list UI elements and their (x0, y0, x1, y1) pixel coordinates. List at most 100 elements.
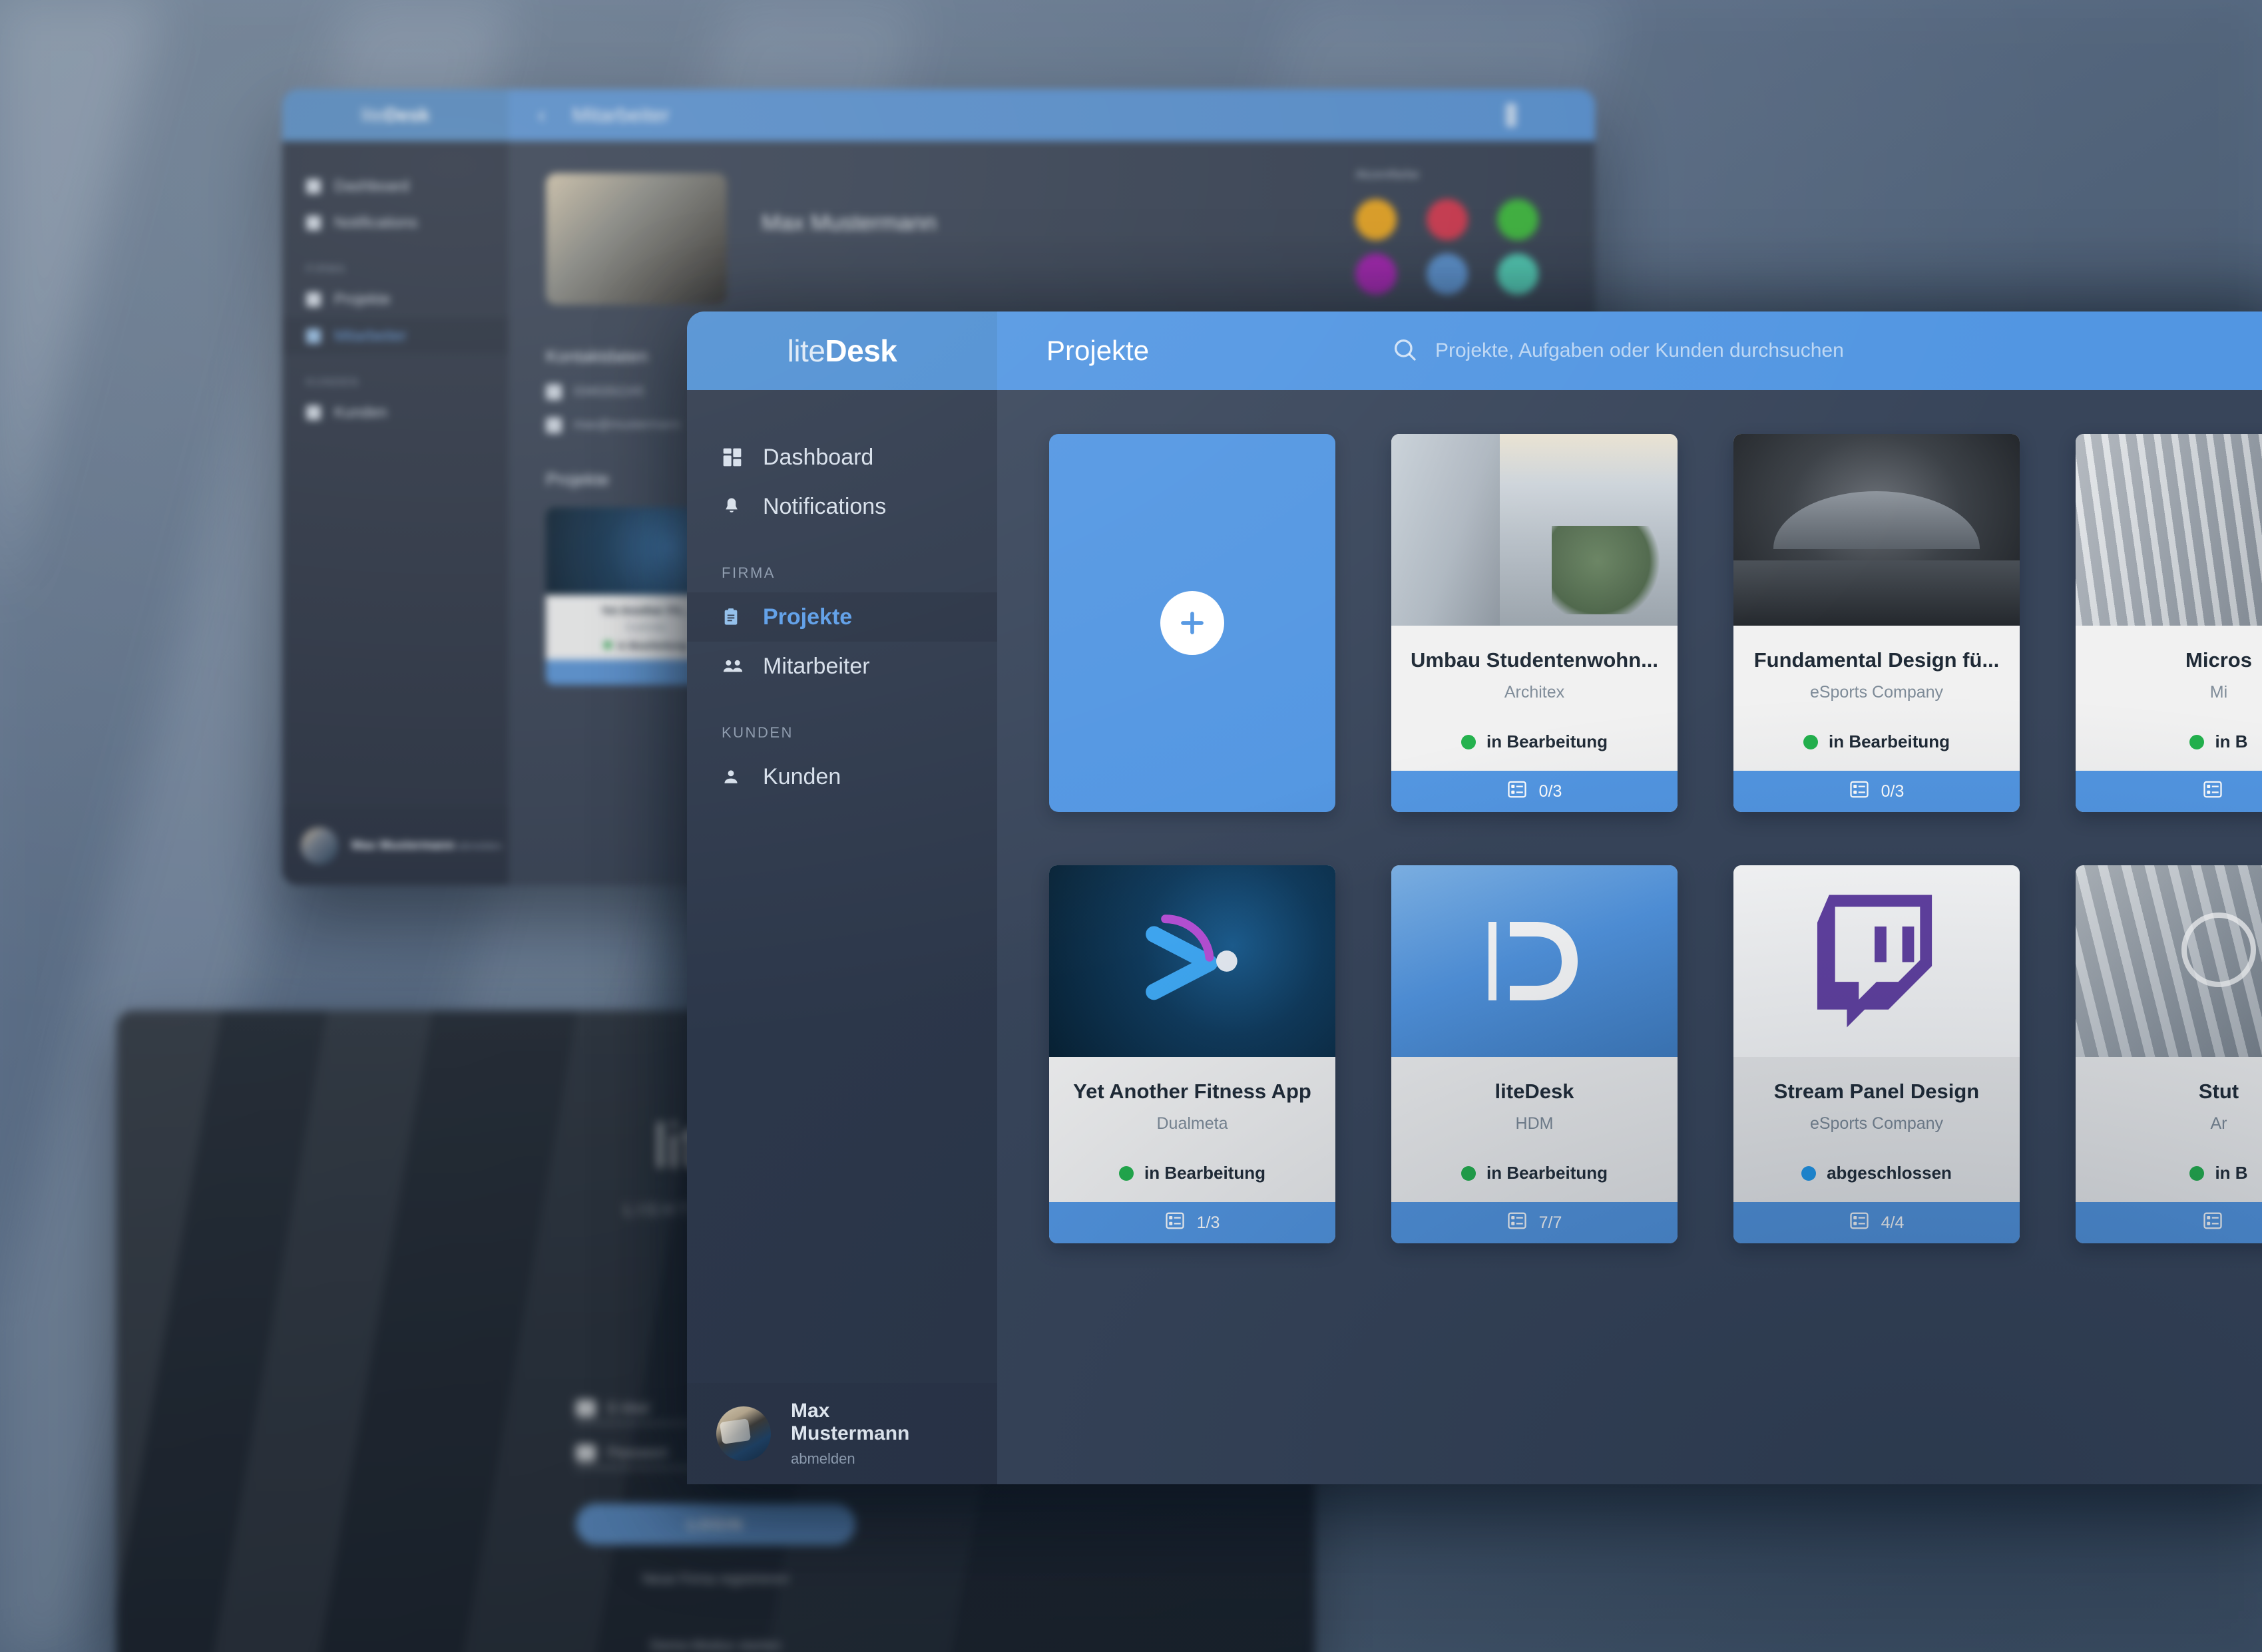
login-email-label: E-Mail (608, 1400, 650, 1416)
background-employee-name: Max Mustermann (762, 210, 937, 236)
background-sidebar-item-notifications[interactable]: Notifications (282, 204, 509, 241)
accent-color-label: Akzentfarbe (1355, 168, 1420, 181)
sidebar-item-mitarbeiter[interactable]: Mitarbeiter (687, 642, 997, 691)
status-dot (1801, 1165, 1817, 1181)
background-sidebar-label: Projekte (334, 290, 391, 308)
login-email-field[interactable]: E-Mail (576, 1400, 855, 1424)
background-projekte-heading: Projekte (546, 469, 610, 489)
login-logo: liteD (653, 1110, 778, 1183)
accent-swatch-green[interactable] (1497, 199, 1539, 240)
login-password-underline (576, 1467, 855, 1469)
task-count: 0/3 (1538, 781, 1562, 801)
project-client: Dualmeta (1156, 1114, 1228, 1133)
background-brand-light: lite (361, 104, 385, 125)
background-user-profile[interactable]: Max Mustermann abmelden (282, 807, 509, 885)
sidebar-item-label: Mitarbeiter (763, 653, 870, 679)
background-main-content: Max Mustermann Kontaktdaten 0340262245 m… (509, 141, 1595, 885)
task-count: 7/7 (1538, 1213, 1562, 1232)
background-project-client: Dualmeta (626, 622, 666, 632)
sidebar-item-dashboard[interactable]: Dashboard (687, 433, 997, 482)
app-window[interactable]: lite Desk Projekte Projekte, Aufgaben od… (687, 311, 2262, 1484)
background-app-window[interactable]: lite Desk ‹ Mitarbeiter Dashboard Notific… (282, 89, 1595, 885)
project-client: Ar (2210, 1114, 2227, 1133)
project-thumbnail (1391, 434, 1678, 626)
projects-content-area: Umbau Studentenwohn... Architex in Bearb… (997, 390, 2262, 1484)
login-password-field[interactable]: Passwort (576, 1444, 855, 1469)
status-badge: in Bearbeitung (1461, 1163, 1608, 1183)
background-contact-mail: max@mustermann (546, 417, 1558, 433)
lock-icon (576, 1444, 596, 1462)
user-name: Max Mustermann (791, 1400, 909, 1445)
background-user-name: Max Mustermann (351, 838, 455, 853)
register-company-link[interactable]: Neue Firma registrieren (642, 1571, 790, 1587)
sidebar-item-kunden[interactable]: Kunden (687, 752, 997, 801)
project-task-footer: 1/3 (1049, 1202, 1335, 1243)
project-thumbnail (2076, 865, 2262, 1057)
add-project-card[interactable] (1049, 434, 1335, 812)
search-bar[interactable] (1363, 311, 2262, 390)
background-sidebar-label: Dashboard (334, 177, 409, 194)
project-card[interactable]: Fundamental Design fü... eSports Company… (1733, 434, 2020, 812)
status-dot (2189, 734, 2205, 749)
background-sidebar-label: Mitarbeiter (334, 327, 407, 344)
login-email-underline (576, 1422, 855, 1424)
project-title: liteDesk (1494, 1080, 1574, 1103)
user-profile-footer[interactable]: Max Mustermann abmelden (687, 1383, 997, 1484)
clipboard-icon (306, 292, 321, 307)
background-phone-value: 0340262245 (574, 385, 644, 399)
project-card[interactable]: Stream Panel Design eSports Company abge… (1733, 865, 2020, 1243)
accent-swatch-magenta[interactable] (1355, 254, 1397, 295)
bell-icon (722, 496, 744, 517)
person-icon (306, 405, 321, 420)
status-dot (2189, 1165, 2205, 1181)
background-project-card[interactable]: Yet Another Fit... Dualmeta in Bearbeitu… (546, 507, 746, 685)
accent-swatch-red[interactable] (1426, 199, 1468, 240)
project-title: Stream Panel Design (1773, 1080, 1980, 1103)
clipboard-icon (722, 606, 744, 628)
accent-swatch-orange[interactable] (1355, 199, 1397, 240)
background-sidebar-item-dashboard[interactable]: Dashboard (282, 168, 509, 204)
task-list-icon (1507, 779, 1527, 804)
background-accent-color-picker: Akzentfarbe (1355, 168, 1555, 295)
project-task-footer: 0/3 (1391, 771, 1678, 812)
background-status-label: in Bearbeitung (617, 640, 688, 652)
search-input[interactable] (1435, 339, 2262, 362)
mail-icon (546, 417, 562, 433)
project-card[interactable]: liteDesk HDM in Bearbeitung 7/7 (1391, 865, 1678, 1243)
login-logo-light: lite (653, 1111, 733, 1182)
more-vertical-icon[interactable] (1506, 103, 1516, 127)
task-count: 4/4 (1881, 1213, 1905, 1232)
sidebar-item-projekte[interactable]: Projekte (687, 592, 997, 642)
project-card[interactable]: Umbau Studentenwohn... Architex in Bearb… (1391, 434, 1678, 812)
demo-mode-link[interactable]: Demo-Modus starten (650, 1638, 781, 1652)
user-first-name: Max (791, 1399, 830, 1422)
login-screen-window: liteD LIGHTWEIGHT P E-Mail Passwort LOGI… (116, 1010, 1315, 1652)
back-chevron-icon[interactable]: ‹ (538, 103, 545, 128)
people-icon (306, 328, 321, 343)
background-sidebar-item-projekte[interactable]: Projekte (282, 281, 509, 317)
sidebar-item-notifications[interactable]: Notifications (687, 482, 997, 531)
logout-link[interactable]: abmelden (791, 1450, 909, 1468)
sidebar-item-label: Dashboard (763, 444, 874, 470)
background-sidebar-item-mitarbeiter[interactable]: Mitarbeiter (282, 317, 509, 354)
project-card[interactable]: Micros Mi in B (2076, 434, 2262, 812)
accent-swatch-teal[interactable] (1497, 254, 1539, 295)
accent-swatch-blue[interactable] (1426, 254, 1468, 295)
background-contact-phone: 0340262245 (546, 384, 1558, 400)
project-card[interactable]: Stut Ar in B (2076, 865, 2262, 1243)
project-thumbnail (1049, 865, 1335, 1057)
background-logout-link[interactable]: abmelden (458, 841, 502, 852)
background-sidebar-item-kunden[interactable]: Kunden (282, 394, 509, 431)
phone-icon (546, 384, 562, 400)
background-brand-bold: Desk (385, 104, 430, 125)
app-topbar: lite Desk Projekte (687, 311, 2262, 390)
plus-icon (1160, 591, 1224, 655)
background-section-kunden: KUNDEN (306, 377, 359, 388)
project-thumbnail (2076, 434, 2262, 626)
status-badge: abgeschlossen (1801, 1163, 1952, 1183)
login-button[interactable]: LOGIN (576, 1504, 855, 1545)
project-card[interactable]: Yet Another Fitness App Dualmeta in Bear… (1049, 865, 1335, 1243)
sidebar-item-label: Projekte (763, 604, 853, 630)
app-brand-logo[interactable]: lite Desk (687, 311, 997, 390)
background-project-title: Yet Another Fit... (600, 604, 691, 617)
